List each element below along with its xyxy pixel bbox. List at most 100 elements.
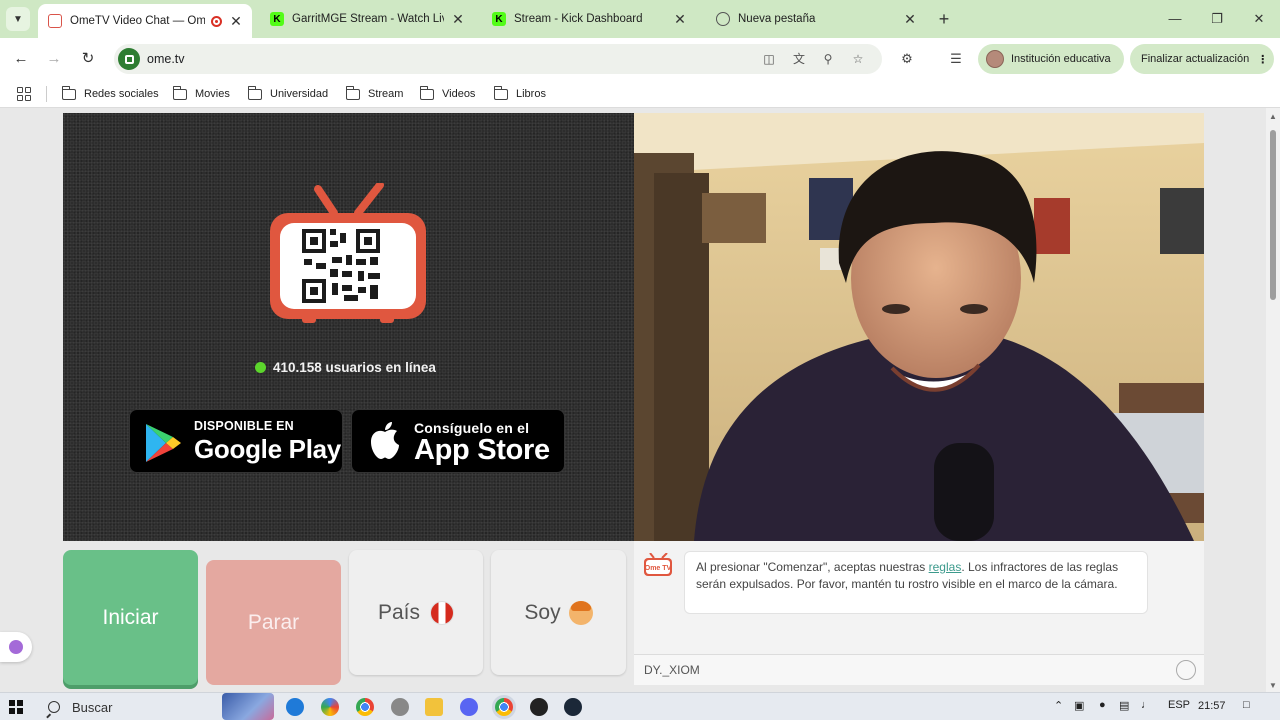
folder-icon xyxy=(61,85,76,100)
windows-start-icon[interactable] xyxy=(9,700,23,714)
tab-title: Stream - Kick Dashboard xyxy=(514,13,643,25)
tray-chevron-icon[interactable]: ⌃ xyxy=(1054,699,1063,712)
obs-icon[interactable] xyxy=(530,698,548,716)
bookmark-label: Stream xyxy=(368,88,404,100)
volume-icon[interactable]: ♩ xyxy=(1141,699,1152,711)
profile-button[interactable]: Institución educativa xyxy=(978,44,1124,74)
new-tab-button[interactable]: + xyxy=(934,9,954,29)
tab-new-tab[interactable]: Nueva pestaña ✕ xyxy=(706,4,926,34)
gender-selector-button[interactable]: Soy xyxy=(491,550,626,675)
address-bar[interactable]: ome.tv ◫ 文 ⚲ ☆ xyxy=(114,44,882,74)
translate-icon[interactable]: 文 xyxy=(790,51,808,67)
close-icon[interactable]: ✕ xyxy=(228,13,244,30)
install-app-icon[interactable]: ◫ xyxy=(760,51,778,67)
media-control-icon[interactable]: ☰ xyxy=(947,50,965,68)
restore-button[interactable]: ❐ xyxy=(1202,8,1232,30)
search-highlight-image[interactable] xyxy=(222,693,274,720)
google-play-button[interactable]: DISPONIBLE EN Google Play xyxy=(129,409,343,473)
page-scrollbar[interactable]: ▲ ▼ xyxy=(1266,108,1280,692)
bookmark-stream[interactable]: Stream xyxy=(345,85,404,102)
bookmark-videos[interactable]: Videos xyxy=(419,85,476,102)
tab-title: OmeTV Video Chat — Ome xyxy=(70,15,205,27)
folder-icon xyxy=(493,85,508,100)
zoom-icon[interactable]: ⚲ xyxy=(819,51,837,67)
chat-input-value[interactable]: DY._XIOM xyxy=(644,663,700,677)
tab-strip: ▼ OmeTV Video Chat — Ome ✕ K GarritMGE S… xyxy=(0,0,1280,38)
apps-grid-icon[interactable] xyxy=(17,87,31,101)
start-button[interactable]: Iniciar xyxy=(63,550,198,685)
stop-button[interactable]: Parar xyxy=(206,560,341,685)
steam-icon[interactable] xyxy=(564,698,582,716)
tab-ometv[interactable]: OmeTV Video Chat — Ome ✕ xyxy=(38,4,252,38)
microphone-icon[interactable]: ● xyxy=(1099,699,1106,711)
close-window-button[interactable]: ✕ xyxy=(1244,8,1274,30)
more-vert-icon: ⋮ xyxy=(1257,53,1269,66)
bookmark-libros[interactable]: Libros xyxy=(493,85,546,102)
minimize-button[interactable]: — xyxy=(1160,8,1190,30)
message-text-before: Al presionar "Comenzar", aceptas nuestra… xyxy=(696,560,929,574)
site-info-icon[interactable] xyxy=(118,48,140,70)
discord-icon[interactable] xyxy=(460,698,478,716)
folder-icon xyxy=(345,85,360,100)
app-store-button[interactable]: Consíguelo en el App Store xyxy=(351,409,565,473)
close-icon[interactable]: ✕ xyxy=(902,11,918,28)
folder-icon xyxy=(419,85,434,100)
url-text[interactable]: ome.tv xyxy=(147,52,185,66)
chrome-active-icon[interactable] xyxy=(495,698,513,716)
rules-link[interactable]: reglas xyxy=(929,560,962,574)
back-button[interactable]: ← xyxy=(10,48,32,70)
bookmark-universidad[interactable]: Universidad xyxy=(247,85,328,102)
self-webcam-video xyxy=(634,113,1204,541)
tab-title: Nueva pestaña xyxy=(738,13,816,25)
tray-app-icon[interactable]: ▣ xyxy=(1074,699,1084,712)
settings-icon[interactable] xyxy=(391,698,409,716)
clock[interactable]: 21:57 xyxy=(1198,700,1226,712)
update-label: Finalizar actualización xyxy=(1141,53,1250,65)
system-message: Al presionar "Comenzar", aceptas nuestra… xyxy=(684,551,1148,614)
reload-button[interactable]: ↻ xyxy=(77,48,99,70)
windows-taskbar: Buscar ⌃ ▣ ● ▤ ♩ ESP 21:57 □ xyxy=(0,692,1280,720)
scrollbar-thumb[interactable] xyxy=(1270,130,1276,300)
scroll-up-icon[interactable]: ▲ xyxy=(1269,112,1277,121)
plus-icon: + xyxy=(938,9,950,29)
google-play-small-text: DISPONIBLE EN xyxy=(194,419,294,433)
forward-button[interactable]: → xyxy=(43,48,65,70)
chat-panel: Ome TV Al presionar "Comenzar", aceptas … xyxy=(634,541,1204,685)
tab-kick-dashboard[interactable]: K Stream - Kick Dashboard ✕ xyxy=(482,4,696,34)
extensions-icon[interactable]: ⚙ xyxy=(898,50,916,68)
tab-search-button[interactable]: ▼ xyxy=(6,7,30,31)
scroll-down-icon[interactable]: ▼ xyxy=(1269,681,1277,690)
boy-avatar-icon xyxy=(568,600,593,625)
side-extension-button[interactable] xyxy=(0,632,32,662)
edge-icon[interactable] xyxy=(286,698,304,716)
close-icon[interactable]: ✕ xyxy=(672,11,688,28)
google-play-big-text: Google Play xyxy=(194,434,341,464)
chat-input[interactable]: DY._XIOM xyxy=(634,654,1204,685)
app-store-big-text: App Store xyxy=(414,434,550,466)
bookmark-redes-sociales[interactable]: Redes sociales xyxy=(61,85,159,102)
star-icon[interactable]: ☆ xyxy=(849,51,867,67)
profile-label: Institución educativa xyxy=(1011,53,1111,65)
bookmarks-bar: Redes sociales Movies Universidad Stream… xyxy=(0,80,1280,108)
tab-garrit-stream[interactable]: K GarritMGE Stream - Watch Live ✕ xyxy=(260,4,474,34)
notifications-icon[interactable]: □ xyxy=(1243,699,1250,711)
avatar xyxy=(986,50,1004,68)
close-icon[interactable]: ✕ xyxy=(450,11,466,28)
bookmark-label: Videos xyxy=(442,88,476,100)
minimize-icon: — xyxy=(1168,11,1182,26)
taskbar-search-label: Buscar xyxy=(72,699,113,715)
stop-label: Parar xyxy=(247,610,300,634)
divider xyxy=(46,86,47,102)
network-icon[interactable]: ▤ xyxy=(1119,699,1129,712)
emoji-icon[interactable] xyxy=(1176,660,1196,680)
bookmark-movies[interactable]: Movies xyxy=(172,85,230,102)
copilot-icon[interactable] xyxy=(321,698,339,716)
file-explorer-icon[interactable] xyxy=(425,698,443,716)
folder-icon xyxy=(247,85,262,100)
kick-favicon-icon: K xyxy=(270,12,284,26)
language-indicator[interactable]: ESP xyxy=(1168,699,1190,711)
country-selector-button[interactable]: País xyxy=(349,550,483,675)
update-button[interactable]: Finalizar actualización ⋮ xyxy=(1130,44,1274,74)
kick-favicon-icon: K xyxy=(492,12,506,26)
chrome-icon[interactable] xyxy=(356,698,374,716)
